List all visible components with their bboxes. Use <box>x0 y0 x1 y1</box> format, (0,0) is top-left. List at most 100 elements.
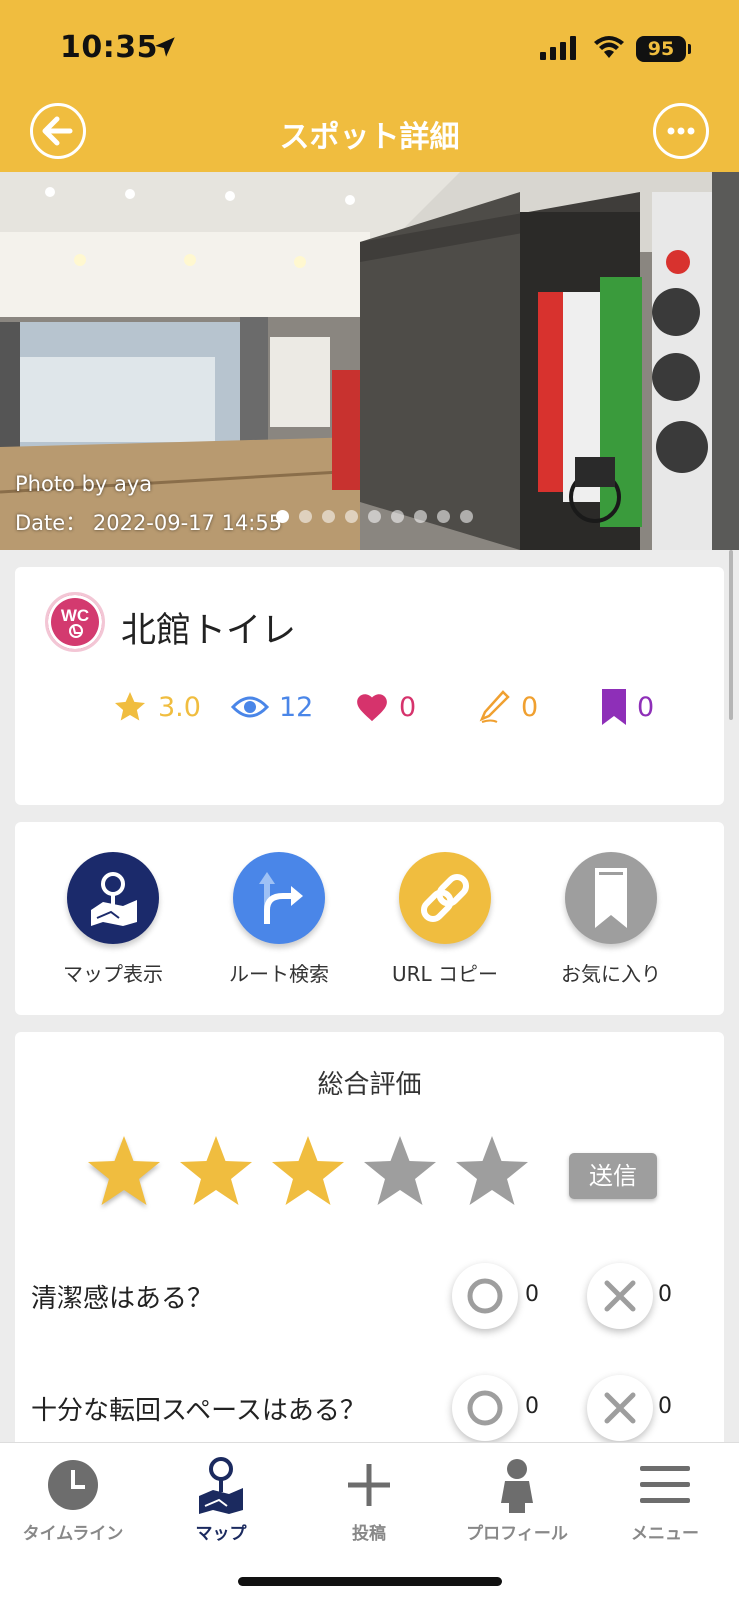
tab-post-label: 投稿 <box>352 1524 386 1544</box>
wifi-icon <box>594 36 624 58</box>
page-title: スポット詳細 <box>279 120 460 155</box>
tab-profile[interactable]: プロフィール <box>447 1455 587 1544</box>
bookmark-icon <box>595 868 627 928</box>
no-button[interactable] <box>587 1263 653 1329</box>
rating-star-1[interactable] <box>88 1136 160 1205</box>
tab-profile-label: プロフィール <box>466 1524 568 1544</box>
person-icon <box>501 1459 533 1513</box>
map-view-label: マップ表示 <box>63 962 163 986</box>
link-icon <box>420 873 470 923</box>
tab-map-label: マップ <box>195 1524 247 1544</box>
photo-date: Date： 2022-09-17 14:55 <box>15 511 283 535</box>
carousel-dots <box>276 510 473 524</box>
battery-nub <box>688 44 691 54</box>
favorite-circle <box>565 852 657 944</box>
map-view-circle <box>67 852 159 944</box>
views-value: 12 <box>279 691 314 723</box>
spot-photo-carousel[interactable]: Photo by aya Date： 2022-09-17 14:55 <box>0 172 739 550</box>
copy-url-label: URL コピー <box>391 962 499 986</box>
rating-star-4[interactable] <box>364 1136 436 1205</box>
pencil-icon <box>479 690 510 723</box>
star-icon <box>115 692 145 721</box>
carousel-dot[interactable] <box>345 510 358 523</box>
wc-badge-text: WC <box>61 606 89 625</box>
bookmark-icon <box>602 689 626 725</box>
spot-name: 北館トイレ <box>121 611 297 651</box>
yes-count: 0 <box>525 1282 539 1307</box>
carousel-dot[interactable] <box>299 510 312 523</box>
circle-yes-icon <box>467 1278 503 1314</box>
tab-menu[interactable]: メニュー <box>595 1455 735 1544</box>
wc-accessible-icon: WC <box>61 606 89 638</box>
rating-star-2[interactable] <box>180 1136 252 1205</box>
stat-reviews: 0 <box>477 682 538 732</box>
favorite-button[interactable]: お気に入り <box>531 852 691 987</box>
copy-url-circle <box>399 852 491 944</box>
wc-category-badge: WC <box>45 592 105 652</box>
yes-button[interactable] <box>452 1263 518 1329</box>
yes-count: 0 <box>525 1394 539 1419</box>
tab-timeline[interactable]: タイムライン <box>3 1455 143 1544</box>
stat-likes: 0 <box>355 682 416 732</box>
route-arrow-icon <box>259 872 303 924</box>
carousel-dot[interactable] <box>437 510 450 523</box>
quick-actions-card: マップ表示 ルート検索 URL コピー お気に入り <box>15 822 724 1015</box>
map-view-button[interactable]: マップ表示 <box>33 852 193 987</box>
spot-stats: 3.0 12 0 0 0 <box>15 682 724 732</box>
yes-button[interactable] <box>452 1375 518 1441</box>
favorite-label: お気に入り <box>561 962 661 986</box>
tab-map[interactable]: マップ <box>151 1455 291 1544</box>
stat-bookmarks: 0 <box>601 682 654 732</box>
eye-icon <box>231 696 269 718</box>
carousel-dot[interactable] <box>414 510 427 523</box>
rating-title: 総合評価 <box>317 1070 422 1100</box>
likes-value: 0 <box>399 691 417 723</box>
tab-timeline-label: タイムライン <box>22 1524 124 1544</box>
route-search-circle <box>233 852 325 944</box>
photo-credit: Photo by aya <box>15 472 153 496</box>
reviews-value: 0 <box>521 691 539 723</box>
carousel-dot[interactable] <box>460 510 473 523</box>
no-count: 0 <box>658 1282 672 1307</box>
status-bar: 10:35 95 <box>0 30 739 70</box>
stat-views: 12 <box>231 682 313 732</box>
stat-rating: 3.0 <box>112 682 201 732</box>
question-cleanliness: 清潔感はある？ <box>31 1284 214 1314</box>
circle-yes-icon <box>467 1390 503 1426</box>
cellular-signal-icon <box>540 36 576 60</box>
location-arrow-icon <box>155 37 175 57</box>
map-pin-icon <box>91 872 137 926</box>
rating-value: 3.0 <box>158 691 201 723</box>
home-indicator <box>238 1577 502 1586</box>
status-time: 10:35 <box>60 30 158 65</box>
cross-no-icon <box>604 1392 636 1424</box>
rating-send-button[interactable]: 送信 <box>569 1153 657 1199</box>
more-dots-icon <box>667 127 695 135</box>
route-search-button[interactable]: ルート検索 <box>199 852 359 987</box>
tab-menu-label: メニュー <box>631 1524 699 1544</box>
rating-stars[interactable] <box>85 1132 555 1216</box>
spot-info-card: WC 北館トイレ 3.0 12 0 0 0 <box>15 567 724 805</box>
no-button[interactable] <box>587 1375 653 1441</box>
carousel-dot[interactable] <box>391 510 404 523</box>
rating-star-3[interactable] <box>272 1136 344 1205</box>
question-turning-space: 十分な転回スペースはある？ <box>31 1396 366 1426</box>
cross-no-icon <box>604 1280 636 1312</box>
more-options-button[interactable] <box>653 103 709 159</box>
rating-star-5[interactable] <box>456 1136 528 1205</box>
bookmarks-value: 0 <box>637 691 655 723</box>
scrollbar[interactable] <box>729 550 733 720</box>
heart-icon <box>357 694 387 722</box>
plus-icon <box>348 1464 390 1506</box>
map-pin-icon <box>199 1457 243 1514</box>
route-search-label: ルート検索 <box>229 962 329 986</box>
carousel-dot[interactable] <box>276 510 289 523</box>
copy-url-button[interactable]: URL コピー <box>365 852 525 987</box>
overall-rating-card: 総合評価 送信 清潔感はある？ 0 0 十分な転回スペースはある？ 0 0 <box>15 1032 724 1452</box>
hamburger-icon <box>640 1466 690 1503</box>
tab-post[interactable]: 投稿 <box>299 1455 439 1544</box>
no-count: 0 <box>658 1394 672 1419</box>
carousel-dot[interactable] <box>322 510 335 523</box>
carousel-dot[interactable] <box>368 510 381 523</box>
app-header: 10:35 95 スポット詳細 <box>0 0 739 172</box>
